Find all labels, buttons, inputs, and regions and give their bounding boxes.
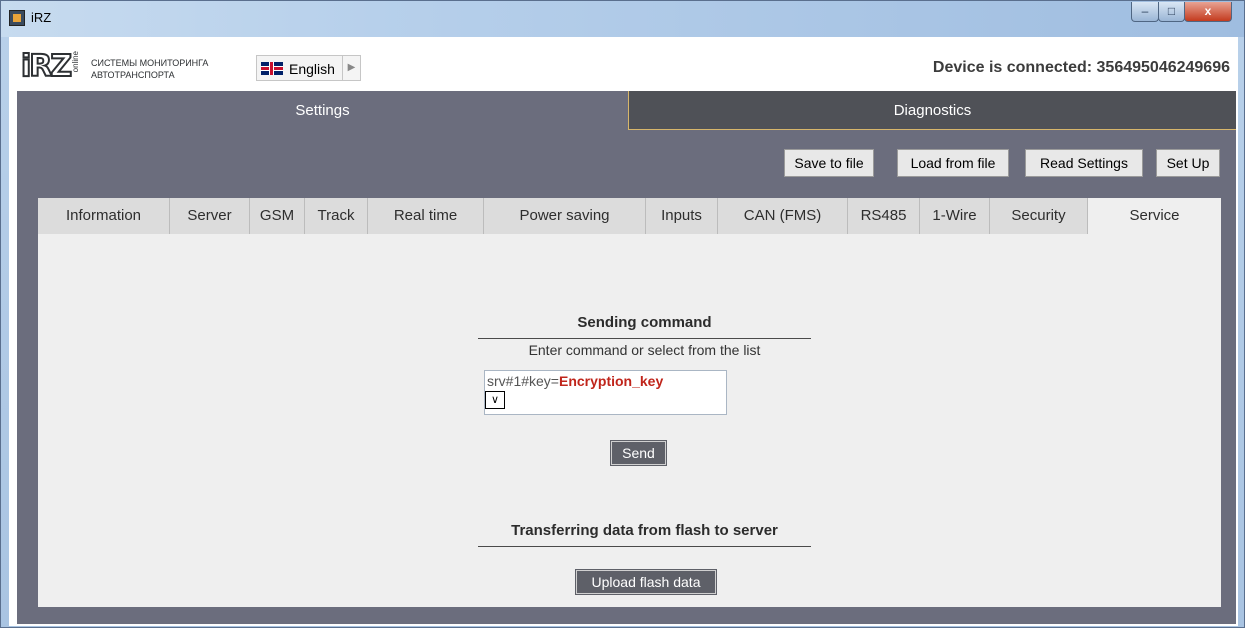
window-title: iRZ [31, 10, 52, 25]
maximize-button[interactable]: □ [1158, 2, 1185, 22]
subtab-can-fms[interactable]: CAN (FMS) [718, 198, 848, 234]
tab-settings[interactable]: Settings [17, 91, 629, 130]
main-panel: Settings Diagnostics Save to file Load f… [17, 91, 1236, 624]
logo-text: iRZ [20, 48, 73, 85]
subtab-server[interactable]: Server [170, 198, 250, 234]
transfer-title: Transferring data from flash to server [478, 522, 811, 547]
read-settings-button[interactable]: Read Settings [1025, 149, 1143, 177]
play-arrow-icon[interactable]: ▶ [342, 56, 360, 80]
chevron-down-icon[interactable]: ∨ [485, 391, 505, 409]
header: iRZ online СИСТЕМЫ МОНИТОРИНГА АВТОТРАНС… [9, 37, 1238, 91]
uk-flag-icon [261, 62, 283, 75]
command-hint: Enter command or select from the list [528, 342, 761, 358]
command-key: Encryption_key [558, 373, 664, 389]
app-window: iRZ – □ x iRZ online СИСТЕМЫ МОНИТОРИНГА… [0, 0, 1245, 628]
service-content: Sending command Enter command or select … [38, 234, 1221, 607]
tagline-line-2: АВТОТРАНСПОРТА [91, 70, 175, 80]
settings-subtabs: Information Server GSM Track Real time P… [38, 198, 1221, 234]
tagline-line-1: СИСТЕМЫ МОНИТОРИНГА [91, 58, 209, 68]
tagline: СИСТЕМЫ МОНИТОРИНГА АВТОТРАНСПОРТА [91, 57, 261, 81]
send-button[interactable]: Send [610, 440, 667, 466]
close-button[interactable]: x [1184, 2, 1232, 22]
minimize-button[interactable]: – [1131, 2, 1159, 22]
command-prefix: srv#1#key= [487, 373, 559, 389]
subtab-service[interactable]: Service [1088, 198, 1221, 234]
device-status: Device is connected: 356495046249696 [932, 59, 1230, 76]
client-area: iRZ online СИСТЕМЫ МОНИТОРИНГА АВТОТРАНС… [9, 37, 1238, 626]
irz-logo: iRZ online [20, 48, 81, 85]
app-icon [9, 10, 25, 26]
load-from-file-button[interactable]: Load from file [897, 149, 1009, 177]
logo-subtext: online [71, 51, 80, 73]
subtab-rs485[interactable]: RS485 [848, 198, 920, 234]
upload-flash-data-button[interactable]: Upload flash data [575, 569, 717, 595]
save-to-file-button[interactable]: Save to file [784, 149, 874, 177]
command-input[interactable]: srv#1#key=Encryption_key ∨ [484, 370, 727, 415]
set-up-button[interactable]: Set Up [1156, 149, 1220, 177]
subtab-real-time[interactable]: Real time [368, 198, 484, 234]
language-label: English [289, 61, 335, 77]
subtab-security[interactable]: Security [990, 198, 1088, 234]
subtab-track[interactable]: Track [305, 198, 368, 234]
subtab-information[interactable]: Information [38, 198, 170, 234]
subtab-inputs[interactable]: Inputs [646, 198, 718, 234]
subtab-1-wire[interactable]: 1-Wire [920, 198, 990, 234]
subtab-power-saving[interactable]: Power saving [484, 198, 646, 234]
sending-command-title: Sending command [478, 314, 811, 339]
language-selector[interactable]: English ▶ [256, 55, 361, 81]
title-bar[interactable]: iRZ – □ x [1, 1, 1244, 37]
command-text: srv#1#key=Encryption_key [487, 373, 663, 389]
tab-diagnostics[interactable]: Diagnostics [629, 91, 1236, 130]
subtab-gsm[interactable]: GSM [250, 198, 305, 234]
